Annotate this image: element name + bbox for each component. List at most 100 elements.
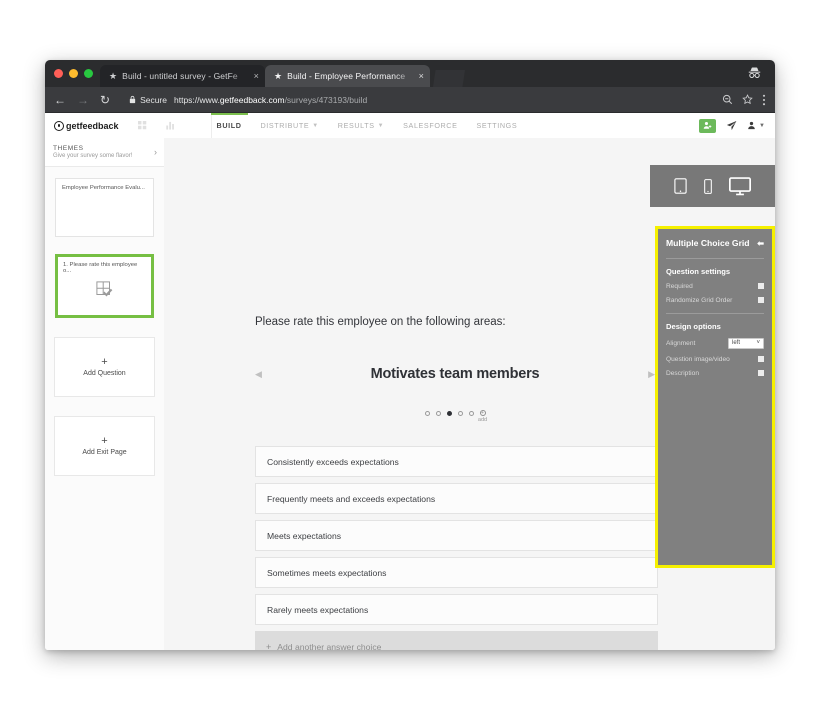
close-icon[interactable]: × [419, 71, 424, 81]
minimize-window-button[interactable] [69, 69, 78, 78]
add-answer-choice-label: Add another answer choice [277, 641, 382, 651]
browser-tab-strip: ★ Build - untitled survey - GetFe × ★ Bu… [45, 60, 775, 87]
close-window-button[interactable] [54, 69, 63, 78]
collapse-arrow-icon[interactable]: ⬅ [757, 239, 764, 249]
main-nav: BUILD DISTRIBUTE ▼ RESULTS ▼ SALESFORCE … [210, 113, 518, 138]
plus-icon: + [101, 435, 108, 447]
checkbox[interactable] [758, 283, 764, 290]
browser-tab-2[interactable]: ★ Build - Employee Performance × [265, 65, 430, 87]
star-icon: ★ [274, 70, 283, 81]
reload-icon[interactable]: ↻ [100, 94, 110, 106]
themes-subtitle: Give your survey some flavor! [53, 153, 133, 159]
question-settings-panel: Multiple Choice Grid ⬅ Question settings… [655, 226, 775, 568]
secure-indicator: Secure [129, 95, 167, 105]
paper-plane-icon[interactable] [726, 120, 737, 131]
question-prompt[interactable]: Please rate this employee on the followi… [255, 316, 506, 328]
add-row-label: add [477, 417, 488, 423]
tab-title: Build - untitled survey - GetFe [122, 71, 238, 81]
nav-item-build[interactable]: BUILD [210, 113, 248, 138]
answer-choice[interactable]: Consistently exceeds expectations [255, 446, 658, 477]
add-question-button[interactable]: + Add Question [54, 337, 155, 397]
pager-dot-4[interactable] [457, 410, 463, 416]
screenshot-stage: ★ Build - untitled survey - GetFe × ★ Bu… [0, 0, 820, 720]
pager-dot-1[interactable] [424, 410, 430, 416]
header-divider [211, 113, 212, 138]
back-arrow-icon[interactable]: ← [54, 94, 66, 106]
new-tab-button[interactable] [433, 70, 465, 87]
checkbox[interactable] [758, 297, 764, 304]
chevron-down-icon: ▼ [312, 122, 319, 129]
panel-divider [666, 257, 764, 259]
zoom-out-icon[interactable] [722, 94, 733, 105]
account-menu[interactable]: ▼ [747, 121, 765, 130]
nav-item-distribute[interactable]: DISTRIBUTE ▼ [261, 113, 319, 138]
previous-row-button[interactable]: ◀ [255, 369, 262, 380]
window-controls[interactable] [54, 69, 93, 78]
logo-feedback: feedback [79, 120, 119, 131]
nav-item-salesforce[interactable]: SALESFORCE [403, 113, 457, 138]
nav-label: RESULTS [337, 121, 375, 130]
answer-choice[interactable]: Frequently meets and exceeds expectation… [255, 483, 658, 514]
plus-icon: + [101, 356, 108, 368]
chevron-down-icon: ▼ [377, 122, 385, 129]
three-dot-menu-icon[interactable] [762, 94, 766, 106]
themes-panel-button[interactable]: THEMES Give your survey some flavor! › [45, 138, 164, 167]
alignment-value: left [732, 340, 741, 347]
chevron-right-icon: › [154, 147, 157, 157]
pager-dot-2[interactable] [435, 410, 441, 416]
survey-sidebar: THEMES Give your survey some flavor! › E… [45, 138, 165, 650]
grid-row-title[interactable]: Motivates team members [262, 366, 648, 382]
close-icon[interactable]: × [254, 71, 259, 81]
add-user-button[interactable] [699, 118, 717, 133]
next-row-button[interactable]: ▶ [648, 369, 655, 380]
panel-divider [666, 312, 764, 314]
maximize-window-button[interactable] [84, 69, 93, 78]
option-label: Required [666, 282, 693, 290]
desktop-icon[interactable] [729, 176, 751, 196]
pager-dot-5[interactable] [468, 410, 474, 416]
mobile-icon[interactable] [704, 178, 712, 194]
survey-title-card[interactable]: Employee Performance Evalu... [55, 178, 154, 237]
nav-item-settings[interactable]: SETTINGS [477, 113, 518, 138]
address-bar[interactable]: Secure https://www. getfeedback.com/surve… [121, 92, 714, 108]
browser-window: ★ Build - untitled survey - GetFe × ★ Bu… [45, 60, 775, 650]
answer-choice[interactable]: Sometimes meets expectations [255, 557, 658, 588]
grid-check-icon [58, 281, 151, 299]
bar-chart-icon[interactable] [165, 121, 175, 130]
browser-toolbar: ← → ↻ Secure https://www. getfeedback.com… [45, 87, 775, 113]
tablet-icon[interactable] [674, 178, 687, 194]
star-outline-icon[interactable] [742, 94, 753, 105]
checkbox[interactable] [758, 356, 764, 363]
nav-item-results[interactable]: RESULTS ▼ [338, 113, 384, 138]
add-exit-page-button[interactable]: + Add Exit Page [54, 416, 155, 476]
alignment-select[interactable]: left ˅ [728, 337, 764, 349]
option-alignment: Alignment left ˅ [666, 337, 764, 349]
browser-tab-1[interactable]: ★ Build - untitled survey - GetFe × [100, 65, 265, 87]
option-question-image-video[interactable]: Question image/video [666, 356, 764, 363]
add-row-button[interactable]: + add [478, 410, 487, 423]
option-description[interactable]: Description [666, 370, 764, 377]
option-label: Randomize Grid Order [666, 296, 733, 304]
tab-list: ★ Build - untitled survey - GetFe × ★ Bu… [100, 65, 465, 87]
panel-title: Multiple Choice Grid [666, 238, 750, 248]
toolbar-actions [722, 94, 766, 106]
row-pager: + add [255, 410, 655, 423]
url-scheme: https://www. [174, 94, 220, 105]
nav-label: SALESFORCE [403, 121, 458, 130]
answer-choice[interactable]: Meets expectations [255, 520, 658, 551]
add-answer-choice-button[interactable]: + Add another answer choice [255, 631, 658, 650]
getfeedback-logo[interactable]: get feedback [54, 120, 119, 131]
checkbox[interactable] [758, 370, 764, 377]
answer-choice[interactable]: Rarely meets expectations [255, 594, 658, 625]
app-header: get feedback BUILD DISTRIBUTE ▼ RESULTS … [45, 113, 775, 139]
question-thumbnail-1[interactable]: 1. Please rate this employee o... [55, 254, 154, 318]
pager-dot-3[interactable] [446, 410, 452, 416]
secure-label: Secure [140, 94, 167, 105]
option-randomize-grid-order[interactable]: Randomize Grid Order [666, 297, 764, 304]
question-settings-heading: Question settings [666, 266, 731, 276]
url-path: /surveys/473193/build [284, 94, 368, 105]
apps-grid-icon[interactable] [137, 121, 147, 130]
nav-label: SETTINGS [476, 121, 518, 130]
logo-get: get [66, 120, 80, 131]
option-required[interactable]: Required [666, 283, 764, 290]
